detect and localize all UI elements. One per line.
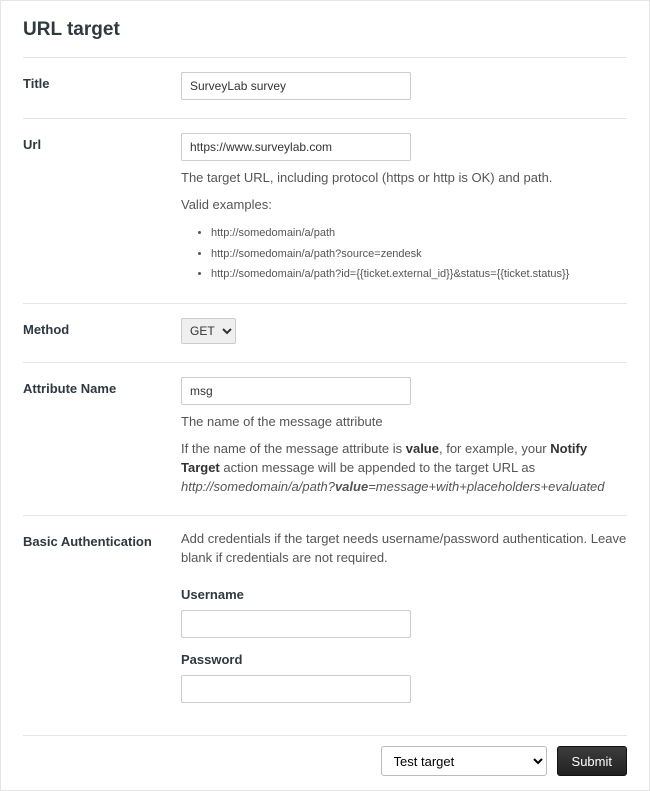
- url-help: The target URL, including protocol (http…: [181, 169, 627, 188]
- username-label: Username: [181, 587, 627, 602]
- url-examples-label: Valid examples:: [181, 196, 627, 215]
- auth-row: Basic Authentication Add credentials if …: [23, 516, 627, 736]
- attribute-label: Attribute Name: [23, 377, 181, 496]
- submit-button[interactable]: Submit: [557, 746, 627, 776]
- url-example: http://somedomain/a/path?id={{ticket.ext…: [211, 264, 627, 285]
- title-row: Title: [23, 58, 627, 118]
- url-label: Url: [23, 133, 181, 285]
- password-input[interactable]: [181, 675, 411, 703]
- attribute-help1: The name of the message attribute: [181, 413, 627, 432]
- test-target-select[interactable]: Test target: [381, 746, 547, 776]
- auth-label: Basic Authentication: [23, 530, 181, 718]
- attribute-help2: If the name of the message attribute is …: [181, 440, 627, 497]
- url-row: Url The target URL, including protocol (…: [23, 119, 627, 303]
- url-input[interactable]: [181, 133, 411, 161]
- method-select[interactable]: GET: [181, 318, 236, 344]
- username-input[interactable]: [181, 610, 411, 638]
- attribute-row: Attribute Name The name of the message a…: [23, 363, 627, 514]
- url-example: http://somedomain/a/path: [211, 223, 627, 244]
- title-input[interactable]: [181, 72, 411, 100]
- attribute-input[interactable]: [181, 377, 411, 405]
- method-row: Method GET: [23, 304, 627, 362]
- footer-row: Test target Submit: [23, 736, 627, 776]
- auth-help: Add credentials if the target needs user…: [181, 530, 627, 568]
- url-examples-list: http://somedomain/a/path http://somedoma…: [181, 223, 627, 286]
- method-label: Method: [23, 318, 181, 344]
- url-example: http://somedomain/a/path?source=zendesk: [211, 244, 627, 265]
- page-title: URL target: [23, 19, 627, 41]
- title-label: Title: [23, 72, 181, 100]
- password-label: Password: [181, 652, 627, 667]
